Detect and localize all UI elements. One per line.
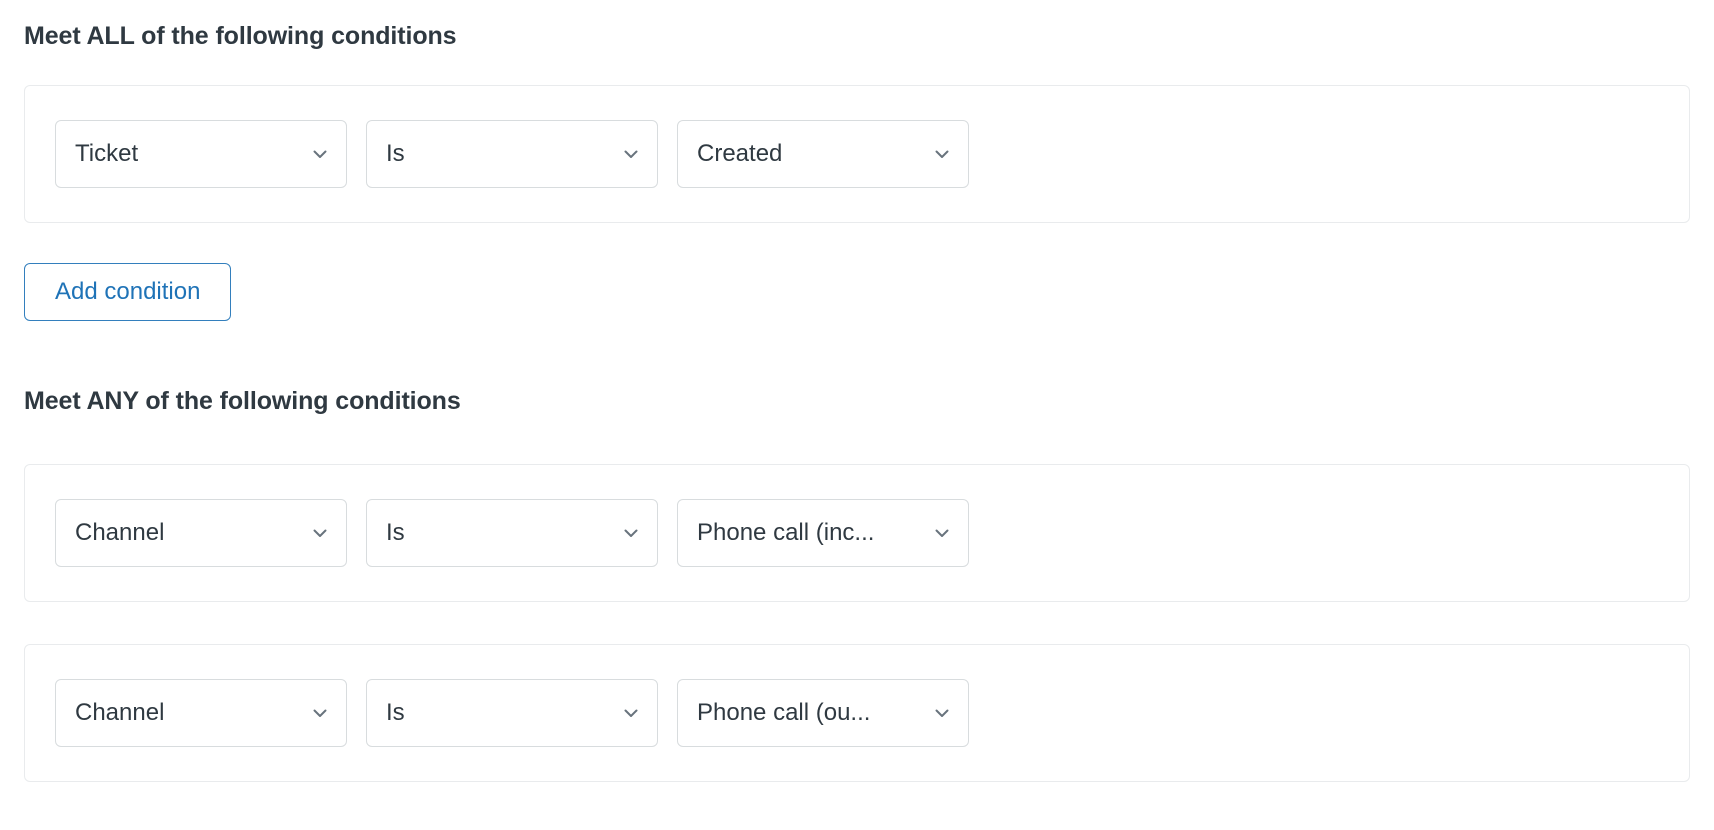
chevron-down-icon <box>932 523 952 543</box>
condition-value-select[interactable]: Created <box>677 120 969 188</box>
condition-field-select[interactable]: Channel <box>55 679 347 747</box>
chevron-down-icon <box>621 703 641 723</box>
condition-value-select[interactable]: Phone call (inc... <box>677 499 969 567</box>
condition-field-label: Channel <box>75 699 165 726</box>
condition-field-label: Ticket <box>75 140 139 167</box>
condition-operator-select[interactable]: Is <box>366 499 658 567</box>
chevron-down-icon <box>621 523 641 543</box>
condition-operator-select[interactable]: Is <box>366 679 658 747</box>
condition-value-label: Phone call (inc... <box>697 519 875 546</box>
condition-field-label: Channel <box>75 519 165 546</box>
section-heading-all: Meet ALL of the following conditions <box>24 22 457 50</box>
chevron-down-icon <box>621 144 641 164</box>
chevron-down-icon <box>932 144 952 164</box>
add-condition-button[interactable]: Add condition <box>24 263 232 321</box>
chevron-down-icon <box>310 703 330 723</box>
condition-field-select[interactable]: Ticket <box>55 120 347 188</box>
conditions-builder: Meet ALL of the following conditions Tic… <box>0 0 1714 830</box>
condition-card: Channel Is Phone call (inc... <box>24 464 1690 602</box>
condition-operator-label: Is <box>386 699 405 726</box>
condition-operator-label: Is <box>386 140 405 167</box>
condition-value-select[interactable]: Phone call (ou... <box>677 679 969 747</box>
condition-card: Ticket Is Created <box>24 85 1690 223</box>
condition-card: Channel Is Phone call (ou... <box>24 644 1690 782</box>
condition-operator-label: Is <box>386 519 405 546</box>
chevron-down-icon <box>932 703 952 723</box>
condition-operator-select[interactable]: Is <box>366 120 658 188</box>
chevron-down-icon <box>310 523 330 543</box>
chevron-down-icon <box>310 144 330 164</box>
section-heading-any: Meet ANY of the following conditions <box>24 387 461 415</box>
condition-field-select[interactable]: Channel <box>55 499 347 567</box>
condition-value-label: Created <box>697 140 783 167</box>
condition-value-label: Phone call (ou... <box>697 699 871 726</box>
